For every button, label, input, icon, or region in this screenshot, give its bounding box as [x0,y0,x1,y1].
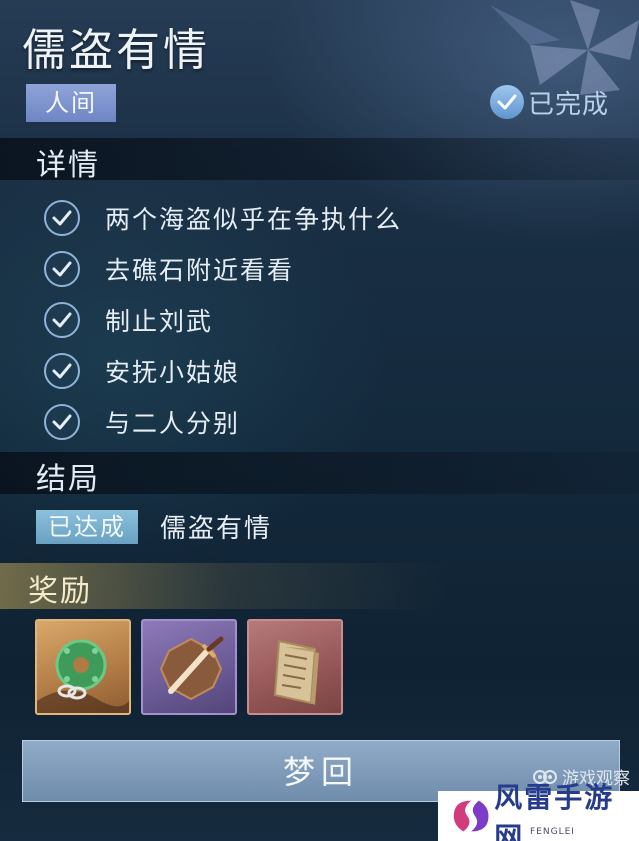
reward-item-book[interactable] [247,619,343,715]
quest-category-badge: 人间 [26,84,116,122]
completed-check-icon [490,85,524,119]
task-text: 去礁石附近看看 [105,255,295,285]
rewards-heading: 奖励 [28,574,92,609]
fenglei-logo-icon [453,800,489,832]
check-icon [44,250,80,287]
quest-title: 儒盗有情 [22,25,210,76]
quest-detail-panel: 儒盗有情 人间 已完成 详情 两个海盗似乎在争执什么 去礁石附近看看 制止刘武 [0,0,639,841]
check-icon [44,352,80,389]
task-text: 两个海盗似乎在争执什么 [105,204,403,234]
watermark-big-subtext: FENGLEI [530,827,575,837]
task-item: 与二人分别 [44,396,402,447]
ending-heading: 结局 [36,462,100,497]
details-heading: 详情 [36,148,100,183]
check-icon [44,403,80,440]
task-item: 两个海盗似乎在争执什么 [44,192,402,243]
book-icon [273,639,319,705]
task-item: 制止刘武 [44,294,402,345]
task-text: 安抚小姑娘 [105,357,241,387]
check-icon [44,301,80,338]
task-item: 安抚小姑娘 [44,345,402,396]
ending-achieved-badge: 已达成 [36,510,138,544]
reward-item-jade-pendant[interactable] [35,619,131,715]
jade-pendant-icon [37,639,129,713]
rewards-section-bar [0,563,639,609]
check-icon [44,199,80,236]
status-text: 已完成 [528,89,610,120]
task-list: 两个海盗似乎在争执什么 去礁石附近看看 制止刘武 安抚小姑娘 与二人分别 [44,192,402,447]
task-text: 制止刘武 [105,306,214,336]
ending-name: 儒盗有情 [160,514,273,544]
task-item: 去礁石附近看看 [44,243,402,294]
task-text: 与二人分别 [105,408,241,438]
watermark-big: 风雷手游网 FENGLEI [438,781,639,841]
dagger-icon [159,636,224,701]
quest-status: 已完成 [490,84,609,120]
reward-item-dagger[interactable] [141,619,237,715]
